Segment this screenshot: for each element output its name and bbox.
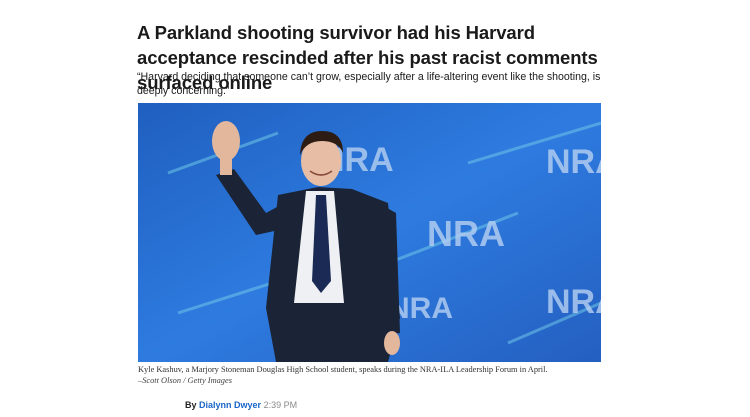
photo-illustration: NRA NRA NRA NRA NRA xyxy=(138,103,601,362)
publish-time: 2:39 PM xyxy=(263,400,298,410)
nra-logo-text: NRA xyxy=(546,143,601,181)
nra-logo-text: NRA xyxy=(427,213,505,254)
photo-credit: –Scott Olson / Getty Images xyxy=(138,375,232,385)
caption-text: Kyle Kashuv, a Marjory Stoneman Douglas … xyxy=(138,365,548,374)
article-photo: NRA NRA NRA NRA NRA xyxy=(138,103,601,362)
author-link[interactable]: Dialynn Dwyer xyxy=(199,400,261,410)
article-dek: “Harvard deciding that someone can’t gro… xyxy=(137,71,601,97)
nra-logo-text: NRA xyxy=(546,283,601,321)
photo-caption: Kyle Kashuv, a Marjory Stoneman Douglas … xyxy=(138,365,608,386)
byline: By Dialynn Dwyer 2:39 PM xyxy=(185,400,297,410)
byline-prefix: By xyxy=(185,400,197,410)
